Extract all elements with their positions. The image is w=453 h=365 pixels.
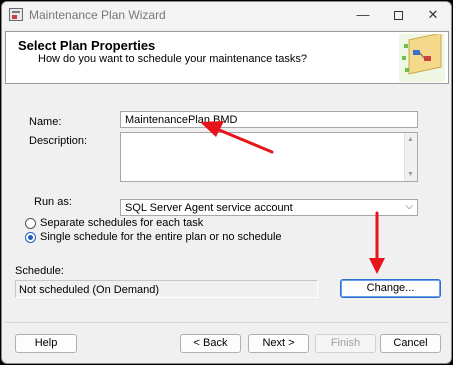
single-schedule-label[interactable]: Single schedule for the entire plan or n… bbox=[40, 231, 282, 243]
description-label: Description: bbox=[29, 135, 88, 147]
change-schedule-button[interactable]: Change... bbox=[340, 279, 441, 298]
wizard-header: Select Plan Properties How do you want t… bbox=[5, 31, 449, 84]
name-label: Name: bbox=[29, 116, 62, 128]
scroll-up-icon[interactable]: ▲ bbox=[407, 136, 414, 143]
wizard-window: Maintenance Plan Wizard — ✕ Select Plan … bbox=[1, 1, 452, 364]
finish-button: Finish bbox=[315, 334, 376, 353]
footer-divider bbox=[5, 322, 449, 323]
name-input[interactable]: MaintenancePlan BMD bbox=[120, 111, 418, 128]
window-title: Maintenance Plan Wizard bbox=[29, 8, 166, 22]
next-button[interactable]: Next > bbox=[248, 334, 309, 353]
title-bar[interactable]: Maintenance Plan Wizard — ✕ bbox=[2, 2, 451, 28]
wizard-graphic-icon bbox=[399, 34, 445, 82]
scroll-down-icon[interactable]: ▼ bbox=[407, 171, 414, 178]
maximize-button[interactable] bbox=[380, 2, 416, 28]
page-subtitle: How do you want to schedule your mainten… bbox=[38, 53, 308, 65]
single-schedule-radio[interactable] bbox=[25, 232, 36, 243]
schedule-label: Schedule: bbox=[15, 265, 64, 277]
description-scrollbar[interactable]: ▲ ▼ bbox=[404, 133, 417, 181]
minimize-button[interactable]: — bbox=[345, 2, 381, 28]
run-as-select[interactable]: SQL Server Agent service account ⌵ bbox=[120, 199, 418, 216]
description-textarea[interactable]: ▲ ▼ bbox=[120, 132, 418, 182]
page-title: Select Plan Properties bbox=[18, 38, 156, 53]
app-icon bbox=[9, 8, 23, 21]
cancel-button[interactable]: Cancel bbox=[380, 334, 441, 353]
close-button[interactable]: ✕ bbox=[415, 2, 451, 28]
run-as-label: Run as: bbox=[34, 196, 72, 208]
separate-schedules-radio[interactable] bbox=[25, 218, 36, 229]
help-button[interactable]: Help bbox=[15, 334, 77, 353]
separate-schedules-label[interactable]: Separate schedules for each task bbox=[40, 217, 203, 229]
back-button[interactable]: < Back bbox=[180, 334, 241, 353]
run-as-value: SQL Server Agent service account bbox=[125, 202, 293, 214]
maximize-icon bbox=[393, 11, 403, 21]
chevron-down-icon: ⌵ bbox=[405, 201, 413, 212]
schedule-value-field: Not scheduled (On Demand) bbox=[15, 280, 318, 298]
